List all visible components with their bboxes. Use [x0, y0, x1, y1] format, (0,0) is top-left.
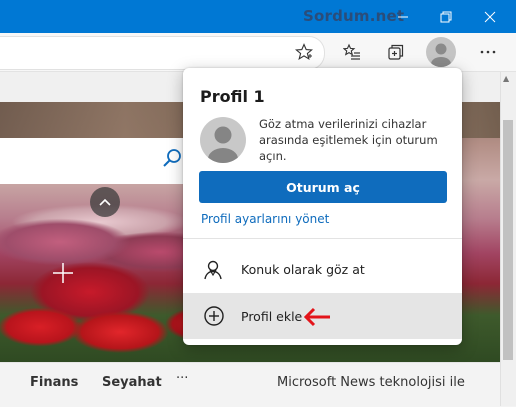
- favorites-list-icon: [343, 43, 360, 60]
- minimize-icon: [398, 16, 408, 17]
- profile-title: Profil 1: [200, 87, 265, 106]
- tabs-more-button[interactable]: ···: [176, 371, 188, 386]
- restore-button[interactable]: [426, 0, 466, 33]
- title-bar: Sordum.net: [0, 0, 516, 33]
- scroll-up-button[interactable]: [90, 187, 120, 217]
- add-tile-icon[interactable]: [52, 262, 74, 284]
- manage-profile-settings-link[interactable]: Profil ayarlarını yönet: [201, 212, 329, 226]
- guest-user-icon: [204, 260, 222, 280]
- profile-avatar-large-icon: [208, 126, 238, 163]
- profile-avatar-large: [200, 117, 246, 163]
- close-button[interactable]: [470, 0, 510, 33]
- profile-description: Göz atma verilerinizi cihazlar arasında …: [259, 117, 438, 163]
- scrollbar-up-arrow[interactable]: ▲: [503, 74, 509, 83]
- profile-avatar-button[interactable]: [426, 37, 456, 67]
- menu-divider: [183, 238, 462, 239]
- minimize-button[interactable]: [383, 0, 423, 33]
- restore-icon: [440, 11, 452, 22]
- tab-finans[interactable]: Finans: [30, 375, 78, 390]
- address-bar[interactable]: [0, 36, 325, 70]
- scrollbar-thumb[interactable]: [503, 120, 513, 360]
- add-circle-icon: [204, 306, 224, 326]
- chevron-up-icon: [99, 198, 111, 206]
- collections-icon: [388, 44, 404, 60]
- news-attribution-text: Microsoft News teknolojisi ile: [277, 375, 465, 390]
- menu-item-add-profile-label: Profil ekle: [241, 309, 303, 324]
- favorites-button[interactable]: [336, 36, 368, 68]
- collections-button[interactable]: [380, 36, 412, 68]
- more-button[interactable]: [472, 36, 504, 68]
- star-favorite-icon: [295, 43, 313, 60]
- signin-button[interactable]: Oturum aç: [199, 171, 447, 203]
- red-arrow-annotation-icon: [303, 307, 330, 327]
- tab-seyahat[interactable]: Seyahat: [102, 375, 162, 390]
- profile-avatar-icon: [431, 43, 451, 67]
- favorite-star-button[interactable]: [288, 36, 320, 68]
- more-ellipsis-icon: [480, 50, 496, 54]
- close-icon: [484, 11, 496, 22]
- menu-item-guest-label: Konuk olarak göz at: [241, 262, 365, 277]
